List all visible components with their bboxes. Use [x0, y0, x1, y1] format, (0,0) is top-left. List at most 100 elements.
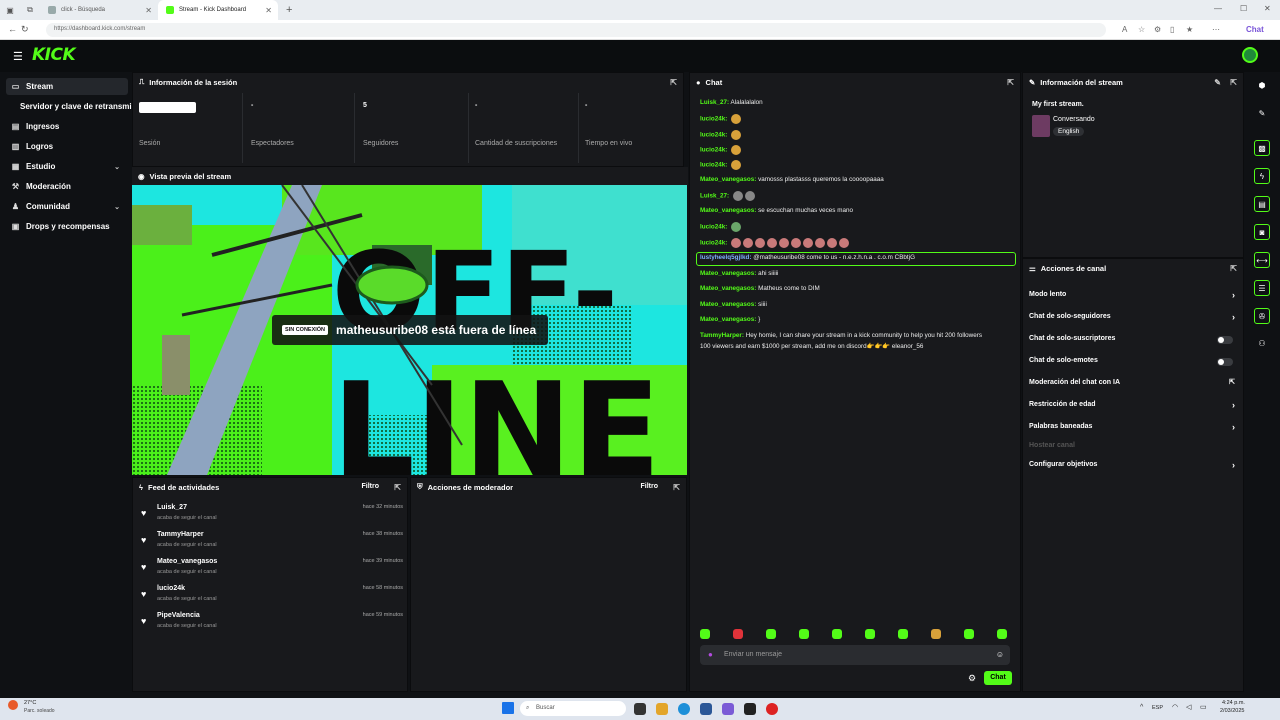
file-explorer-icon[interactable] [656, 703, 668, 715]
edit-icon[interactable]: ✎ [1214, 78, 1221, 87]
extensions-icon[interactable]: ⚙ [1154, 25, 1161, 34]
edge-icon[interactable] [678, 703, 690, 715]
window-menu-icon[interactable]: ▣ [0, 6, 20, 15]
chat-username[interactable]: Mateo_vanegasos: [700, 176, 756, 183]
chat-message[interactable]: Mateo_vanegasos: Matheus come to DIM [700, 285, 820, 292]
app-icon[interactable] [722, 703, 734, 715]
chat-username[interactable]: Mateo_vanegasos: [700, 301, 756, 308]
chat-input[interactable]: ● Enviar un mensaje ☺ [700, 645, 1010, 665]
chat-message[interactable]: 100 viewers and earn $1000 per stream, a… [700, 342, 923, 350]
channel-action-item[interactable]: Moderación del chat con IA ⇱ [1029, 379, 1239, 393]
emote-shortcut-icon[interactable] [865, 629, 875, 639]
popout-icon[interactable]: ⇱ [394, 483, 401, 492]
filter-button[interactable]: Filtro [641, 483, 659, 490]
emote-shortcut-icon[interactable] [964, 629, 974, 639]
tab-search[interactable]: click - Búsqueda ✕ [40, 0, 158, 20]
chat-username[interactable]: lucio24k: [700, 224, 727, 231]
chat-username[interactable]: Mateo_vanegasos: [700, 270, 756, 277]
document-icon[interactable]: ▤ [1254, 196, 1270, 212]
copilot-chat-button[interactable]: Chat [1246, 25, 1264, 34]
popout-icon[interactable]: ⇱ [670, 78, 677, 87]
volume-icon[interactable]: ◁ [1186, 703, 1191, 711]
chat-username[interactable]: lucio24k: [700, 162, 727, 169]
channel-action-item[interactable]: Modo lento › [1029, 290, 1239, 305]
chat-username[interactable]: Luisk_27: [700, 99, 729, 106]
popout-icon[interactable]: ⇱ [673, 483, 680, 492]
sidebar-item-ingresos[interactable]: ▤ Ingresos [6, 118, 128, 135]
maximize-icon[interactable]: ☐ [1240, 4, 1247, 13]
sidebar-item-drops[interactable]: ▣ Drops y recompensas [6, 218, 128, 235]
tray-chevron-icon[interactable]: ^ [1140, 704, 1143, 711]
channel-action-item[interactable]: Chat de solo-seguidores › [1029, 312, 1239, 327]
channel-action-item[interactable]: Configurar objetivos › [1029, 460, 1239, 475]
new-tab-button[interactable]: + [286, 4, 292, 16]
favorite-icon[interactable]: ☆ [1138, 25, 1145, 34]
kick-logo[interactable]: KICK [32, 45, 76, 65]
toggle-switch[interactable] [1217, 358, 1233, 366]
channel-action-item[interactable]: Chat de solo-suscriptores [1029, 335, 1239, 349]
emote-shortcut-icon[interactable] [931, 629, 941, 639]
wrench-icon[interactable]: ✇ [1254, 308, 1270, 324]
chat-username[interactable]: lucio24k: [700, 132, 727, 139]
bolt-icon[interactable]: ϟ [1254, 168, 1270, 184]
chat-message[interactable]: lustyheelq5gjlkd: @matheusuribe08 come t… [700, 254, 915, 261]
activity-item[interactable]: ♥ PipeValencia acaba de seguir el canal hac… [141, 612, 403, 636]
chat-message[interactable]: Luisk_27: Alalalalalon [700, 99, 763, 106]
channel-action-item[interactable]: Palabras baneadas › [1029, 422, 1239, 437]
tab-actions-icon[interactable]: ⧉ [20, 5, 40, 15]
hamburger-menu-icon[interactable]: ☰ [13, 50, 23, 63]
filter-button[interactable]: Filtro [362, 483, 380, 490]
sidebar-item-moderacion[interactable]: ⚒ Moderación [6, 178, 128, 195]
start-icon[interactable] [502, 702, 514, 714]
sidebar-item-estudio[interactable]: ▦ Estudio ⌄ [6, 158, 128, 175]
activity-item[interactable]: ♥ Mateo_vanegasos acaba de seguir el canal… [141, 558, 403, 582]
chat-username[interactable]: lustyheelq5gjlkd: [700, 254, 751, 261]
emote-shortcut-icon[interactable] [766, 629, 776, 639]
chat-message[interactable]: Mateo_vanegasos: } [700, 316, 760, 323]
chat-username[interactable]: Luisk_27: [700, 193, 729, 200]
popout-icon[interactable]: ⇱ [1230, 264, 1237, 273]
split-icon[interactable]: ▯ [1170, 25, 1174, 34]
chat-username[interactable]: lucio24k: [700, 147, 727, 154]
terminal-icon[interactable] [744, 703, 756, 715]
tab-kick-dashboard[interactable]: Stream - Kick Dashboard ✕ [158, 0, 278, 20]
taskbar-search[interactable]: ⌕ Buscar [520, 701, 626, 716]
chat-message[interactable]: Luisk_27: [700, 191, 755, 201]
read-aloud-icon[interactable]: A [1122, 25, 1127, 34]
emote-shortcut-icon[interactable] [997, 629, 1007, 639]
language-indicator[interactable]: ESP [1152, 705, 1163, 711]
sidebar-item-stream[interactable]: ▭ Stream [6, 78, 128, 95]
back-icon[interactable]: ← [8, 24, 17, 34]
pencil-icon[interactable]: ✎ [1254, 106, 1270, 122]
chat-message[interactable]: lucio24k: [700, 114, 742, 124]
sidebar-item-comunidad[interactable]: ♟ Comunidad ⌄ [6, 198, 128, 215]
chat-message[interactable]: lucio24k: [700, 130, 742, 140]
close-icon[interactable]: ✕ [145, 6, 152, 15]
chat-message[interactable]: Mateo_vanegasos: siiii [700, 301, 767, 308]
emoji-picker-icon[interactable]: ☺ [996, 650, 1004, 659]
recorder-icon[interactable] [766, 703, 778, 715]
toggle-switch[interactable] [1217, 336, 1233, 344]
emote-shortcut-icon[interactable] [832, 629, 842, 639]
sidebar-item-logros[interactable]: ▥ Logros [6, 138, 128, 155]
chat-message[interactable]: lucio24k: [700, 160, 742, 170]
chat-username[interactable]: Mateo_vanegasos: [700, 285, 756, 292]
close-icon[interactable]: ✕ [265, 6, 272, 15]
url-input[interactable]: https://dashboard.kick.com/stream [46, 23, 1106, 37]
clock-time[interactable]: 4:24 p.m. [1222, 700, 1245, 706]
user-avatar[interactable] [1242, 47, 1258, 63]
compass-icon[interactable]: ⬢ [1254, 78, 1270, 94]
chat-message[interactable]: lucio24k: [700, 145, 742, 155]
link-icon[interactable]: ⟷ [1254, 252, 1270, 268]
chat-username[interactable]: lucio24k: [700, 240, 727, 247]
popout-icon[interactable]: ⇱ [1230, 78, 1237, 87]
popout-icon[interactable]: ⇱ [1007, 78, 1014, 87]
mic-icon[interactable]: ● [708, 650, 713, 659]
wifi-icon[interactable]: ◠ [1172, 703, 1178, 711]
chat-icon[interactable]: ◙ [1254, 224, 1270, 240]
chat-username[interactable]: Mateo_vanegasos: [700, 207, 756, 214]
battery-icon[interactable]: ▭ [1200, 703, 1207, 711]
task-view-icon[interactable] [634, 703, 646, 715]
send-chat-button[interactable]: Chat [984, 671, 1012, 685]
activity-item[interactable]: ♥ lucio24k acaba de seguir el canal hace 58… [141, 585, 403, 609]
